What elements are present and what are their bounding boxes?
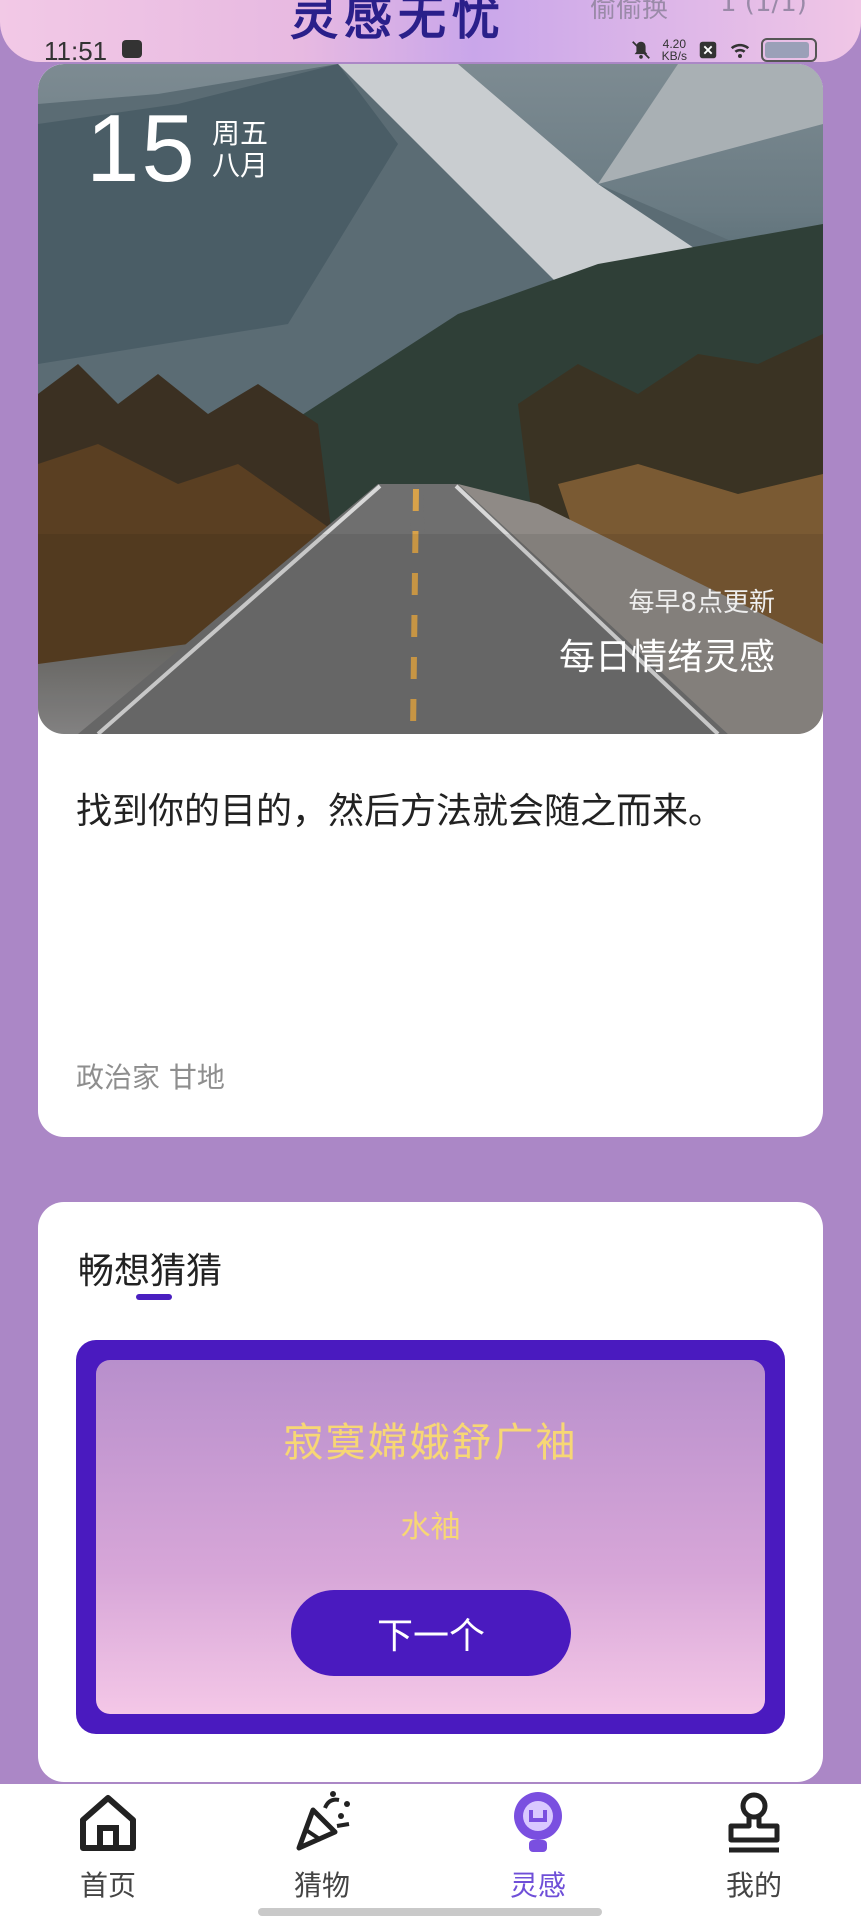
home-icon xyxy=(80,1795,136,1851)
title-underline xyxy=(136,1294,172,1300)
profile-stamp-icon xyxy=(728,1792,780,1853)
wifi-icon xyxy=(730,43,750,58)
next-button[interactable]: 下一个 xyxy=(291,1590,571,1676)
party-popper-icon xyxy=(296,1791,350,1851)
nav-label-guess: 猜物 xyxy=(293,1869,350,1902)
riddle-panel: 寂寞嫦娥舒广袖 水袖 下一个 xyxy=(96,1360,765,1714)
mute-bell-icon xyxy=(631,41,650,59)
nav-item-guess[interactable]: 猜物 xyxy=(252,1790,392,1910)
guess-card: 畅想猜猜 寂寞嫦娥舒广袖 水袖 下一个 xyxy=(38,1202,823,1782)
bottom-nav: 首页 猜物 灵感 我的 xyxy=(0,1784,861,1920)
nav-label-profile: 我的 xyxy=(725,1869,782,1902)
nav-label-home: 首页 xyxy=(79,1869,136,1902)
date-month: 八月 xyxy=(212,149,269,182)
quote-text: 找到你的目的，然后方法就会随之而来。 xyxy=(76,791,725,832)
notification-icon xyxy=(122,40,142,58)
status-time: 11:51 xyxy=(44,36,108,66)
home-indicator[interactable] xyxy=(258,1908,602,1916)
inspiration-title: 每日情绪灵感 xyxy=(558,637,775,678)
riddle-question: 寂寞嫦娥舒广袖 xyxy=(283,1420,578,1466)
nav-item-home[interactable]: 首页 xyxy=(38,1790,178,1910)
riddle-frame: 寂寞嫦娥舒广袖 水袖 下一个 xyxy=(76,1340,785,1734)
riddle-answer: 水袖 xyxy=(400,1510,461,1545)
swap-button[interactable]: 偷偷换 xyxy=(590,0,668,25)
lightbulb-icon xyxy=(514,1792,562,1852)
date-day: 15 xyxy=(86,95,197,202)
status-icons: 4.20 KB/s xyxy=(630,34,817,66)
net-speed: 4.20 KB/s xyxy=(662,38,687,62)
nav-label-inspiration: 灵感 xyxy=(509,1869,566,1902)
nav-item-profile[interactable]: 我的 xyxy=(684,1790,824,1910)
quote-author: 政治家 甘地 xyxy=(76,1061,225,1094)
inspiration-card: 15 周五 八月 每早8点更新 每日情绪灵感 找到你的目的，然后方法就会随之而来… xyxy=(38,64,823,1137)
hero-image: 15 周五 八月 每早8点更新 每日情绪灵感 xyxy=(38,64,823,734)
nav-item-inspiration[interactable]: 灵感 xyxy=(468,1790,608,1910)
page-indicator: 1 (1/1) xyxy=(720,0,807,18)
battery-icon xyxy=(761,38,817,62)
guess-title: 畅想猜猜 xyxy=(78,1251,223,1292)
battery-level xyxy=(765,42,810,58)
update-note: 每早8点更新 xyxy=(628,588,775,618)
net-speed-unit: KB/s xyxy=(661,49,687,63)
close-box-icon xyxy=(699,41,717,59)
